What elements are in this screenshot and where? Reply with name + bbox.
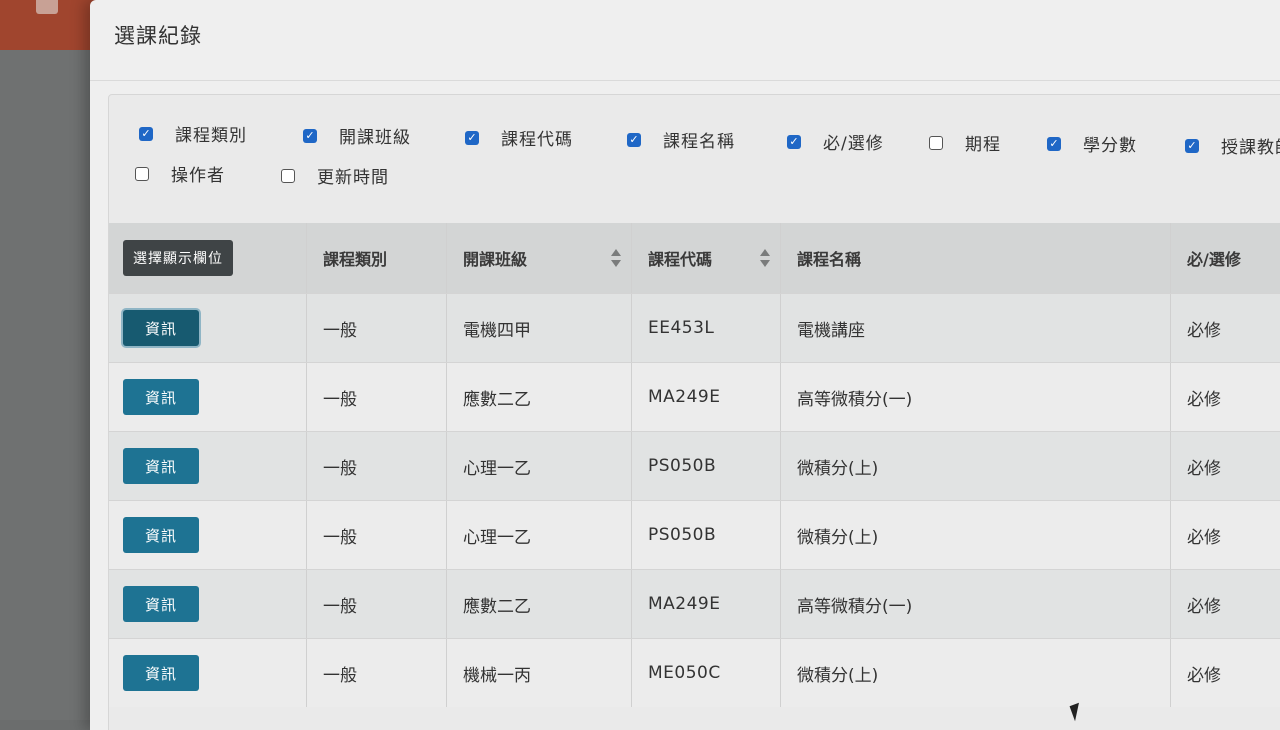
header-code-label: 課程代碼 (648, 250, 713, 269)
modal-header-divider (90, 80, 1280, 81)
toggle-class[interactable]: ✓ 開課班級 (303, 123, 411, 148)
row-action-cell: 資訊 (109, 570, 307, 638)
header-class-label: 開課班級 (463, 250, 528, 269)
cell-class: 心理一乙 (447, 432, 632, 500)
info-button[interactable]: 資訊 (123, 586, 199, 622)
cell-category: 一般 (307, 432, 447, 500)
checkbox-name[interactable]: ✓ (627, 132, 641, 147)
toggle-label-code: 課程代碼 (501, 130, 573, 150)
cell-code: MA249E (632, 363, 781, 431)
table-row: 資訊 一般 應數二乙 MA249E 高等微積分(一) 必修 (109, 569, 1280, 638)
checkbox-updated[interactable]: ✓ (281, 168, 295, 183)
toggle-credits[interactable]: ✓ 學分數 (1047, 131, 1137, 156)
table-header-row: 選擇顯示欄位 課程類別 開課班級 課程代碼 課程名稱 必/選修 (109, 223, 1280, 293)
table-row: 資訊 一般 電機四甲 EE453L 電機講座 必修 (109, 293, 1280, 362)
header-name[interactable]: 課程名稱 (781, 223, 1171, 293)
header-actions-cell: 選擇顯示欄位 (109, 223, 307, 293)
toggle-operator[interactable]: ✓ 操作者 (135, 161, 225, 186)
info-button[interactable]: 資訊 (123, 310, 199, 346)
toggle-label-updated: 更新時間 (317, 168, 389, 188)
toggle-label-operator: 操作者 (171, 166, 225, 186)
cell-required: 必修 (1187, 596, 1221, 617)
header-class[interactable]: 開課班級 (447, 223, 632, 293)
cell-required: 必修 (1187, 527, 1221, 548)
toggle-name[interactable]: ✓ 課程名稱 (627, 127, 735, 152)
sort-icon[interactable] (760, 249, 770, 267)
table-panel: ✓ 課程類別 ✓ 開課班級 ✓ 課程代碼 ✓ 課程名稱 ✓ 必/選修 ✓ 期程 (108, 94, 1280, 730)
toggle-required[interactable]: ✓ 必/選修 (787, 129, 884, 154)
toggle-label-credits: 學分數 (1083, 136, 1137, 156)
cell-class: 應數二乙 (447, 363, 632, 431)
cell-required: 必修 (1187, 320, 1221, 341)
select-columns-button[interactable]: 選擇顯示欄位 (123, 240, 233, 276)
checkbox-code[interactable]: ✓ (465, 130, 479, 145)
course-record-modal: 選課紀錄 ✓ 課程類別 ✓ 開課班級 ✓ 課程代碼 ✓ 課程名稱 ✓ 必/選修 (90, 0, 1280, 730)
toggle-label-class: 開課班級 (339, 128, 411, 148)
checkbox-credits[interactable]: ✓ (1047, 136, 1061, 151)
row-action-cell: 資訊 (109, 363, 307, 431)
toggle-label-period: 期程 (965, 135, 1001, 155)
cell-category: 一般 (307, 501, 447, 569)
cell-class: 電機四甲 (447, 294, 632, 362)
table-row: 資訊 一般 應數二乙 MA249E 高等微積分(一) 必修 (109, 362, 1280, 431)
checkbox-class[interactable]: ✓ (303, 128, 317, 143)
table-row: 資訊 一般 心理一乙 PS050B 微積分(上) 必修 (109, 500, 1280, 569)
checkbox-period[interactable]: ✓ (929, 135, 943, 150)
header-code[interactable]: 課程代碼 (632, 223, 781, 293)
cell-name: 微積分(上) (781, 639, 1171, 707)
cell-category: 一般 (307, 363, 447, 431)
row-action-cell: 資訊 (109, 294, 307, 362)
cell-required: 必修 (1187, 389, 1221, 410)
cell-name: 電機講座 (781, 294, 1171, 362)
app-icon (36, 0, 58, 14)
info-button[interactable]: 資訊 (123, 448, 199, 484)
cell-class: 機械一丙 (447, 639, 632, 707)
table-row: 資訊 一般 機械一丙 ME050C 微積分(上) 必修 (109, 638, 1280, 707)
cell-required: 必修 (1187, 458, 1221, 479)
toggle-label-required: 必/選修 (823, 134, 884, 154)
cell-category: 一般 (307, 639, 447, 707)
course-table: 選擇顯示欄位 課程類別 開課班級 課程代碼 課程名稱 必/選修 資訊 一般 電機… (109, 223, 1280, 707)
checkbox-required[interactable]: ✓ (787, 134, 801, 149)
sort-icon[interactable] (611, 249, 621, 267)
cell-code: ME050C (632, 639, 781, 707)
toggle-period[interactable]: ✓ 期程 (929, 130, 1001, 155)
row-action-cell: 資訊 (109, 501, 307, 569)
cell-required: 必修 (1187, 665, 1221, 686)
toggle-code[interactable]: ✓ 課程代碼 (465, 125, 573, 150)
cell-code: MA249E (632, 570, 781, 638)
modal-title: 選課紀錄 (114, 24, 202, 48)
cell-code: PS050B (632, 501, 781, 569)
cell-code: PS050B (632, 432, 781, 500)
cell-name: 微積分(上) (781, 501, 1171, 569)
info-button[interactable]: 資訊 (123, 655, 199, 691)
cell-name: 微積分(上) (781, 432, 1171, 500)
checkbox-teacher[interactable]: ✓ (1185, 138, 1199, 153)
cell-class: 心理一乙 (447, 501, 632, 569)
toggle-updated[interactable]: ✓ 更新時間 (281, 163, 389, 188)
header-required[interactable]: 必/選修 (1171, 223, 1280, 293)
checkbox-operator[interactable]: ✓ (135, 166, 149, 181)
toggle-label-category: 課程類別 (175, 126, 247, 146)
cell-category: 一般 (307, 294, 447, 362)
toggle-category[interactable]: ✓ 課程類別 (139, 121, 247, 146)
table-row: 資訊 一般 心理一乙 PS050B 微積分(上) 必修 (109, 431, 1280, 500)
row-action-cell: 資訊 (109, 639, 307, 707)
cell-name: 高等微積分(一) (781, 363, 1171, 431)
toggle-teacher[interactable]: ✓ 授課教師 (1185, 133, 1280, 158)
header-category[interactable]: 課程類別 (307, 223, 447, 293)
background-sidebar (0, 50, 92, 720)
toggle-label-name: 課程名稱 (663, 132, 735, 152)
cell-name: 高等微積分(一) (781, 570, 1171, 638)
toggle-label-teacher: 授課教師 (1221, 138, 1280, 158)
cell-category: 一般 (307, 570, 447, 638)
row-action-cell: 資訊 (109, 432, 307, 500)
cell-class: 應數二乙 (447, 570, 632, 638)
info-button[interactable]: 資訊 (123, 379, 199, 415)
info-button[interactable]: 資訊 (123, 517, 199, 553)
cell-code: EE453L (632, 294, 781, 362)
checkbox-category[interactable]: ✓ (139, 126, 153, 141)
